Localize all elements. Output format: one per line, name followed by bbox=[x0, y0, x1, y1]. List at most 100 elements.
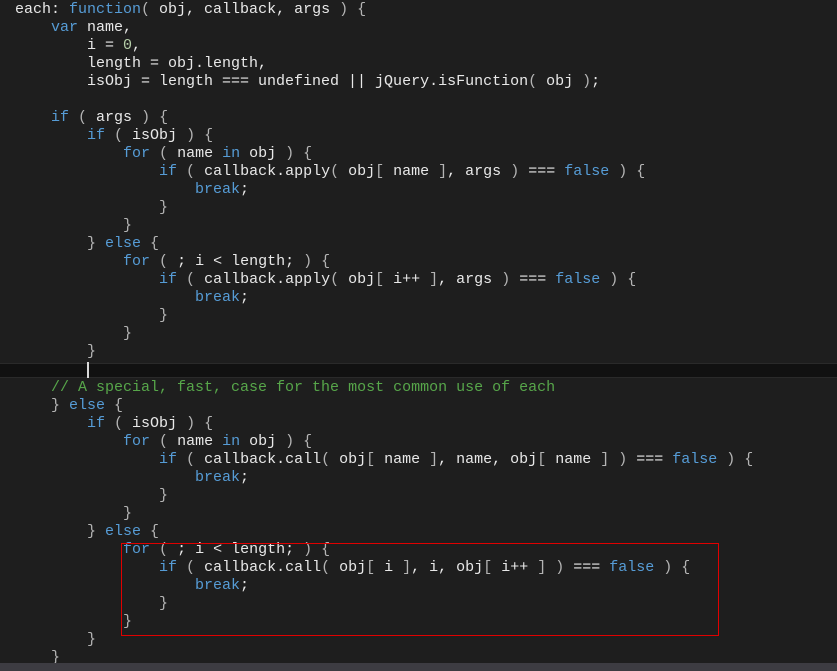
code-text: === bbox=[510, 271, 556, 288]
code-line[interactable]: i = 0, bbox=[15, 37, 141, 55]
code-keyword: false bbox=[555, 271, 601, 288]
code-punctuation: ( bbox=[330, 163, 349, 180]
code-punctuation: } bbox=[15, 523, 106, 540]
code-punctuation: ( bbox=[141, 1, 160, 18]
code-line[interactable]: isObj = length === undefined || jQuery.i… bbox=[15, 73, 600, 91]
code-keyword: if bbox=[87, 127, 106, 144]
code-keyword: break bbox=[195, 289, 241, 306]
code-punctuation: ) { bbox=[600, 271, 637, 288]
code-line[interactable]: for ( name in obj ) { bbox=[15, 145, 312, 163]
code-line[interactable]: } bbox=[15, 505, 132, 523]
code-keyword: break bbox=[195, 577, 241, 594]
code-text: i = bbox=[15, 37, 124, 54]
code-keyword: for bbox=[123, 145, 151, 162]
code-keyword: if bbox=[159, 451, 178, 468]
code-keyword: false bbox=[564, 163, 610, 180]
code-line[interactable]: } bbox=[15, 199, 168, 217]
code-punctuation: } bbox=[15, 325, 133, 342]
code-line[interactable]: if ( callback.call( obj[ name ], name, o… bbox=[15, 451, 753, 469]
code-punctuation: ( bbox=[177, 451, 205, 468]
code-line[interactable]: } bbox=[15, 631, 96, 649]
code-line[interactable]: if ( args ) { bbox=[15, 109, 168, 127]
code-punctuation: } bbox=[15, 613, 133, 630]
code-text: obj bbox=[546, 73, 583, 90]
code-line[interactable]: } else { bbox=[15, 523, 159, 541]
code-line[interactable]: } bbox=[15, 487, 168, 505]
code-line[interactable]: break; bbox=[15, 181, 249, 199]
code-text: isObj = length === undefined || jQuery.i… bbox=[15, 73, 529, 90]
code-keyword: else bbox=[105, 523, 142, 540]
code-text: , args bbox=[447, 163, 511, 180]
code-line[interactable]: each: function( obj, callback, args ) { bbox=[15, 1, 366, 19]
split-divider[interactable] bbox=[0, 363, 837, 378]
code-line[interactable]: } bbox=[15, 595, 168, 613]
code-line[interactable]: break; bbox=[15, 469, 249, 487]
code-punctuation: ( bbox=[150, 541, 178, 558]
code-line[interactable]: if ( callback.apply( obj[ name ], args )… bbox=[15, 163, 645, 181]
code-line[interactable]: // A special, fast, case for the most co… bbox=[15, 379, 555, 397]
code-punctuation: [ bbox=[366, 451, 385, 468]
code-text: name bbox=[393, 163, 439, 180]
code-punctuation: ) bbox=[501, 271, 511, 288]
code-text: length = obj.length, bbox=[15, 55, 268, 72]
code-punctuation: ) { bbox=[186, 127, 214, 144]
code-line[interactable]: } bbox=[15, 343, 96, 361]
editor-pane-top[interactable]: each: function( obj, callback, args ) { … bbox=[0, 0, 837, 363]
code-line[interactable]: } bbox=[15, 307, 168, 325]
code-line[interactable]: break; bbox=[15, 577, 249, 595]
code-punctuation: [ bbox=[375, 271, 394, 288]
code-punctuation: ( bbox=[528, 73, 547, 90]
code-punctuation: } bbox=[15, 217, 133, 234]
code-line[interactable]: if ( isObj ) { bbox=[15, 415, 213, 433]
code-punctuation: ( bbox=[321, 451, 340, 468]
code-text: isObj bbox=[132, 127, 187, 144]
code-punctuation: ) { bbox=[285, 145, 313, 162]
code-line[interactable]: if ( isObj ) { bbox=[15, 127, 213, 145]
code-punctuation: ) { bbox=[285, 433, 313, 450]
code-punctuation: ) { bbox=[717, 451, 754, 468]
code-line[interactable]: for ( ; i < length; ) { bbox=[15, 541, 330, 559]
code-punctuation: } bbox=[15, 487, 169, 504]
code-punctuation: { bbox=[141, 235, 160, 252]
editor-pane-bottom[interactable]: // A special, fast, case for the most co… bbox=[0, 378, 837, 663]
code-keyword: if bbox=[159, 163, 178, 180]
code-line[interactable]: } bbox=[15, 325, 132, 343]
code-line[interactable]: } else { bbox=[15, 397, 123, 415]
code-keyword: for bbox=[123, 433, 151, 450]
code-punctuation: ) { bbox=[303, 541, 331, 558]
code-punctuation: ) { bbox=[141, 109, 169, 126]
code-line[interactable]: break; bbox=[15, 289, 249, 307]
code-text: === bbox=[519, 163, 565, 180]
code-text: ; bbox=[240, 289, 250, 306]
code-line[interactable]: } bbox=[15, 613, 132, 631]
code-line[interactable]: for ( name in obj ) { bbox=[15, 433, 312, 451]
code-text: obj bbox=[240, 433, 286, 450]
code-line[interactable]: length = obj.length, bbox=[15, 55, 267, 73]
code-keyword: for bbox=[123, 541, 151, 558]
code-text: i++ bbox=[501, 559, 538, 576]
code-line[interactable]: var name, bbox=[15, 19, 132, 37]
code-line[interactable]: if ( callback.apply( obj[ i++ ], args ) … bbox=[15, 271, 636, 289]
code-text: ; bbox=[240, 577, 250, 594]
code-punctuation: ( bbox=[105, 127, 133, 144]
code-line[interactable]: for ( ; i < length; ) { bbox=[15, 253, 330, 271]
code-line[interactable]: } bbox=[15, 217, 132, 235]
code-keyword: false bbox=[672, 451, 718, 468]
code-text: callback.call bbox=[204, 451, 322, 468]
code-line[interactable]: } bbox=[15, 649, 60, 663]
code-line[interactable]: } else { bbox=[15, 235, 159, 253]
code-punctuation: } bbox=[15, 199, 169, 216]
code-text: obj bbox=[339, 451, 367, 468]
code-punctuation: ] ) bbox=[537, 559, 565, 576]
code-punctuation: ( bbox=[330, 271, 349, 288]
code-punctuation: ] bbox=[438, 163, 448, 180]
code-text: , name, obj bbox=[438, 451, 538, 468]
code-text: , i, obj bbox=[411, 559, 484, 576]
code-keyword: in bbox=[222, 433, 241, 450]
code-line[interactable]: if ( callback.call( obj[ i ], i, obj[ i+… bbox=[15, 559, 690, 577]
